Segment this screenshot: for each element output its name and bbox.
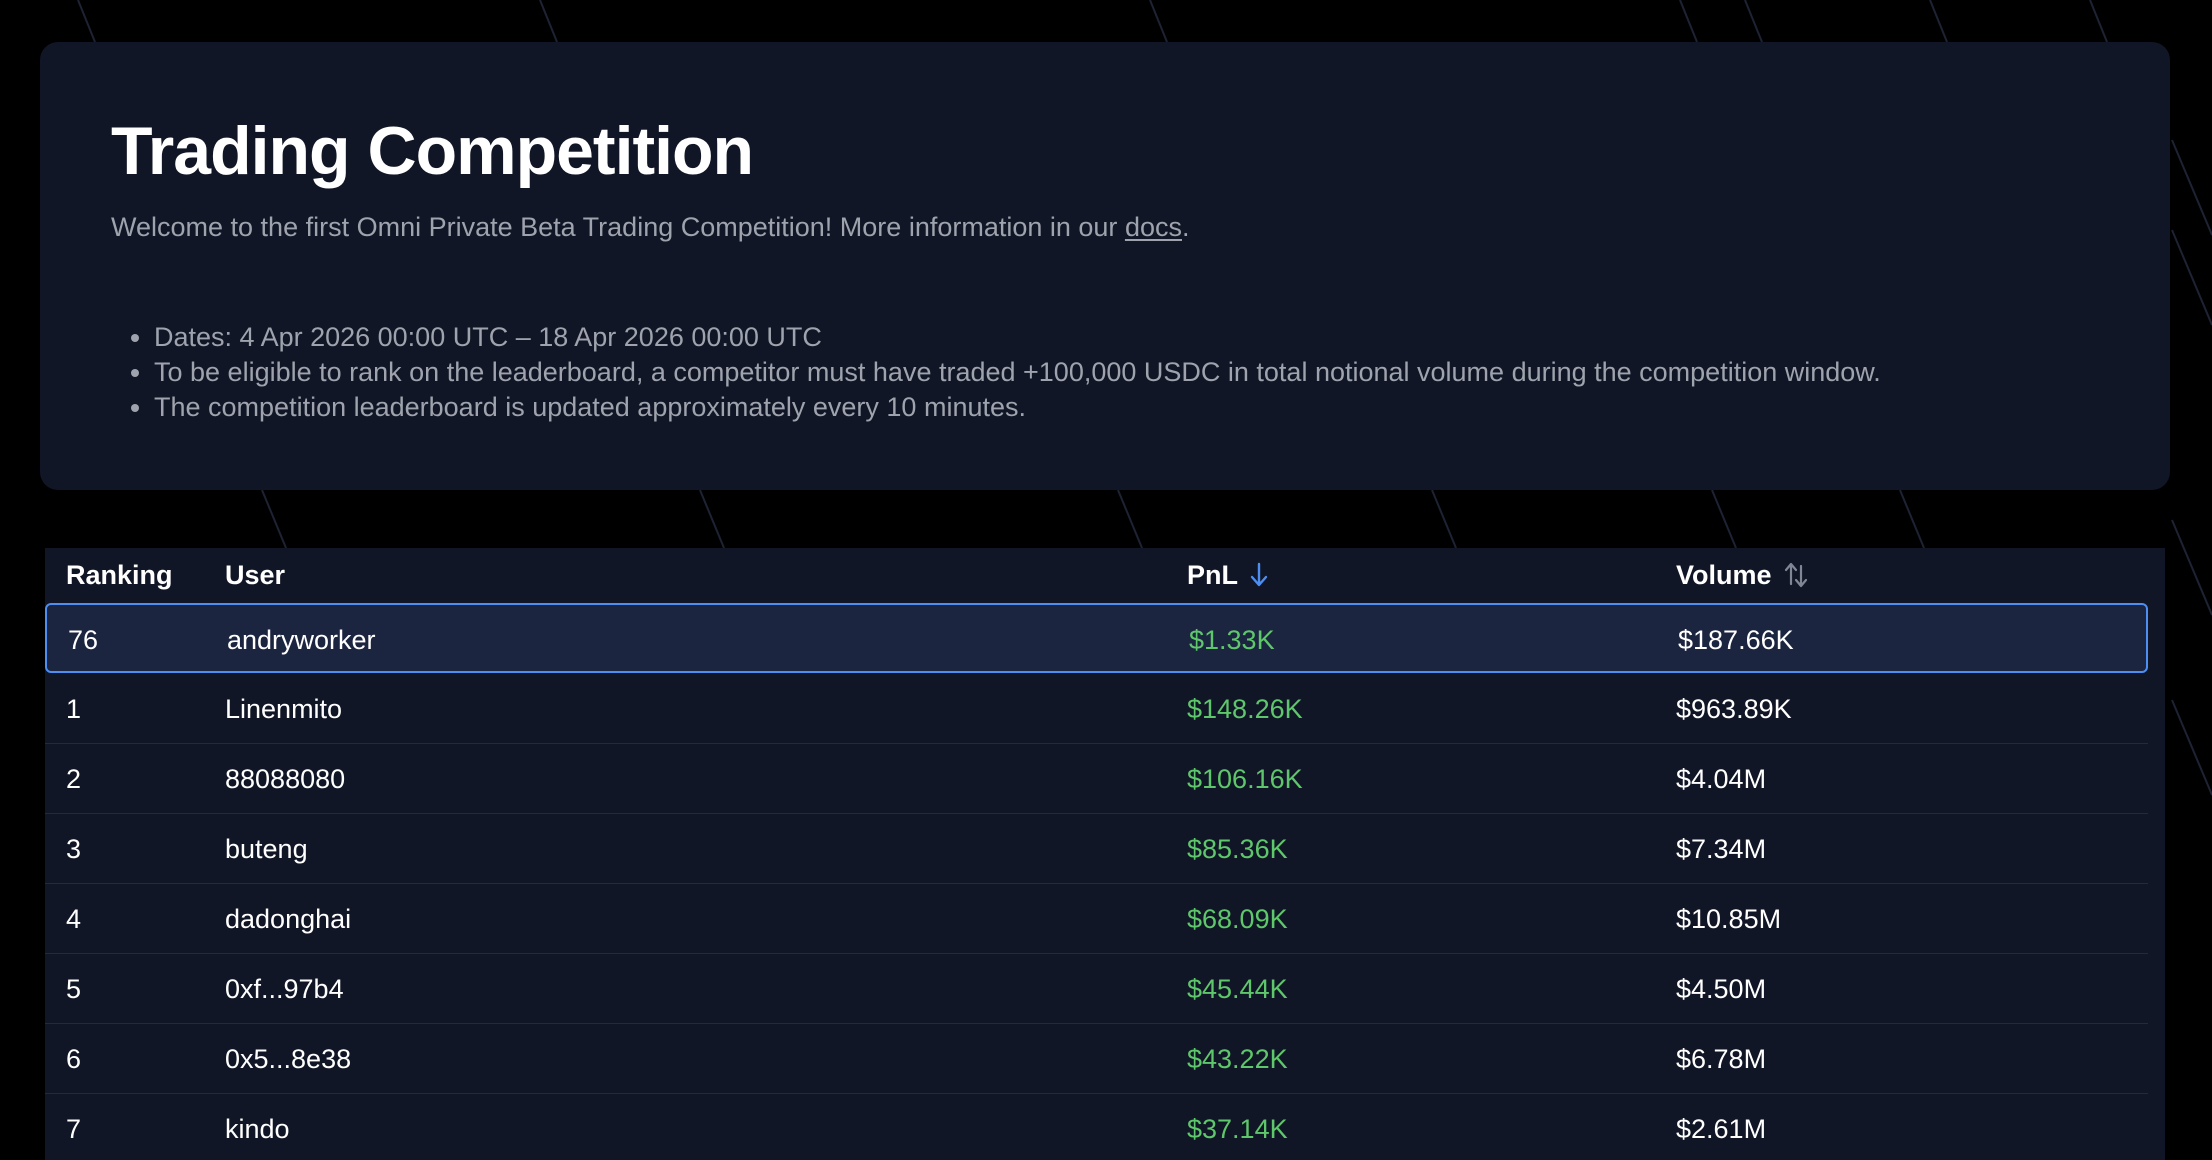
rule-update-frequency: The competition leaderboard is updated a… <box>154 390 1881 425</box>
row-pnl: $43.22K <box>1187 1044 1288 1074</box>
arrow-down-icon <box>1250 562 1268 587</box>
row-rank: 1 <box>66 694 82 724</box>
row-rank: 5 <box>66 974 82 1004</box>
row-user: Linenmito <box>225 694 343 724</box>
row-user: buteng <box>225 834 308 864</box>
row-rank: 76 <box>68 625 99 655</box>
row-rank: 6 <box>66 1044 82 1074</box>
row-user: 0xf...97b4 <box>225 974 344 1004</box>
row-pnl: $37.14K <box>1187 1114 1288 1144</box>
row-rank: 7 <box>66 1114 82 1144</box>
row-pnl: $68.09K <box>1187 904 1288 934</box>
page-title: Trading Competition <box>111 113 754 189</box>
row-pnl: $45.44K <box>1187 974 1288 1004</box>
row-volume: $10.85M <box>1676 904 1782 934</box>
row-pnl: $106.16K <box>1187 764 1303 794</box>
header-volume-sort[interactable]: Volume <box>1676 548 1808 602</box>
header-volume-label: Volume <box>1676 560 1772 590</box>
header-pnl-label: PnL <box>1187 560 1238 590</box>
row-user: 0x5...8e38 <box>225 1044 352 1074</box>
docs-link[interactable]: docs <box>1125 212 1182 242</box>
row-volume: $7.34M <box>1676 834 1767 864</box>
row-volume: $187.66K <box>1678 625 1794 655</box>
header-pnl-sort[interactable]: PnL <box>1187 548 1268 602</box>
row-rank: 3 <box>66 834 82 864</box>
row-user: 88088080 <box>225 764 346 794</box>
row-volume: $6.78M <box>1676 1044 1767 1074</box>
row-volume: $4.04M <box>1676 764 1767 794</box>
intro-end: . <box>1181 212 1190 242</box>
table-row[interactable]: 7 kindo $37.14K $2.61M <box>45 1094 2148 1160</box>
table-row[interactable]: 1 Linenmito $148.26K $963.89K <box>45 674 2148 744</box>
intro-text: Welcome to the first Omni Private Beta T… <box>111 212 1190 243</box>
table-row-current-user[interactable]: 76 andryworker $1.33K $187.66K <box>45 603 2148 673</box>
competition-intro-panel: Trading Competition Welcome to the first… <box>40 42 2170 490</box>
header-user: User <box>225 560 286 590</box>
competition-rules-list: Dates: 4 Apr 2026 00:00 UTC – 18 Apr 202… <box>111 320 1881 425</box>
table-row[interactable]: 2 88088080 $106.16K $4.04M <box>45 744 2148 814</box>
row-pnl: $148.26K <box>1187 694 1303 724</box>
row-user: kindo <box>225 1114 290 1144</box>
rule-eligibility: To be eligible to rank on the leaderboar… <box>154 355 1881 390</box>
table-row[interactable]: 5 0xf...97b4 $45.44K $4.50M <box>45 954 2148 1024</box>
rule-dates: Dates: 4 Apr 2026 00:00 UTC – 18 Apr 202… <box>154 320 1881 355</box>
table-row[interactable]: 4 dadonghai $68.09K $10.85M <box>45 884 2148 954</box>
row-volume: $4.50M <box>1676 974 1767 1004</box>
leaderboard-header: Ranking User PnL Volume <box>45 548 2165 602</box>
row-user: dadonghai <box>225 904 352 934</box>
row-rank: 4 <box>66 904 82 934</box>
table-row[interactable]: 6 0x5...8e38 $43.22K $6.78M <box>45 1024 2148 1094</box>
row-pnl: $85.36K <box>1187 834 1288 864</box>
row-volume: $2.61M <box>1676 1114 1767 1144</box>
leaderboard-table: Ranking User PnL Volume 76 andryworker $… <box>45 548 2165 1160</box>
sort-arrows-icon <box>1784 562 1807 587</box>
intro-lead: Welcome to the first Omni Private Beta T… <box>111 212 1125 242</box>
table-row[interactable]: 3 buteng $85.36K $7.34M <box>45 814 2148 884</box>
row-pnl: $1.33K <box>1189 625 1275 655</box>
header-ranking: Ranking <box>66 560 173 590</box>
row-user: andryworker <box>227 625 376 655</box>
row-rank: 2 <box>66 764 82 794</box>
row-volume: $963.89K <box>1676 694 1792 724</box>
